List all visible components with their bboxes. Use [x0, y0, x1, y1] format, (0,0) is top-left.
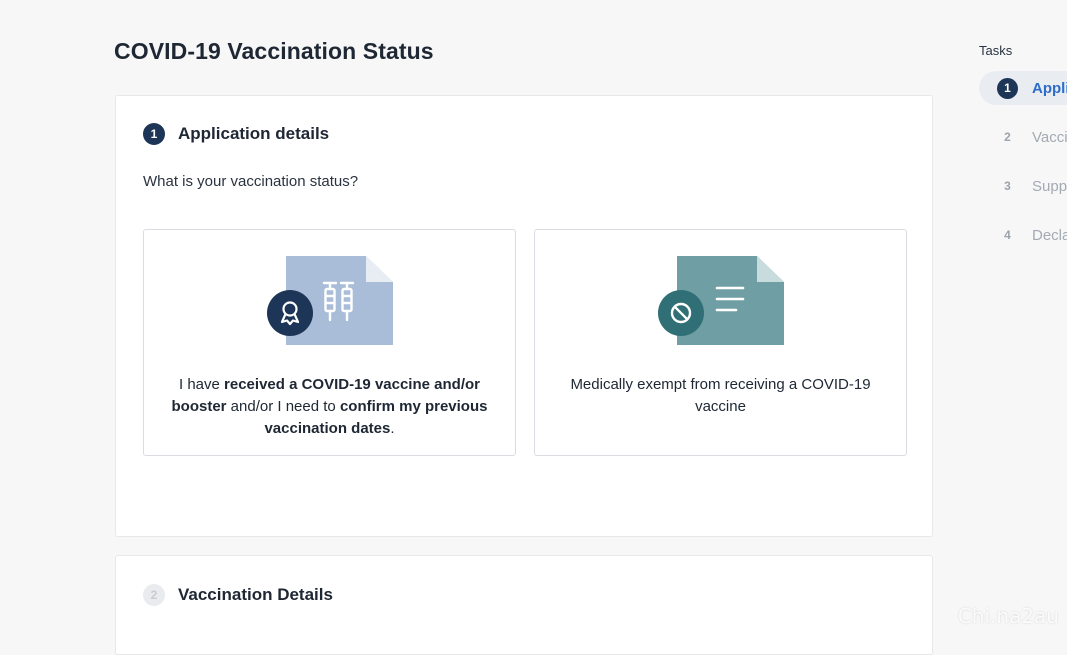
vaccinated-option-card[interactable]: I have received a COVID-19 vaccine and/o…	[143, 229, 516, 456]
task-number-badge: 1	[997, 77, 1018, 99]
vaccination-details-card: 2 Vaccination Details	[115, 555, 933, 655]
task-item-declaration[interactable]: 4 Decla	[979, 218, 1067, 252]
step-number-badge: 2	[143, 584, 165, 606]
step-number-badge: 1	[143, 123, 165, 145]
exemption-document-icon	[658, 256, 784, 345]
vaccine-certificate-icon	[267, 256, 393, 345]
task-number-badge: 3	[1004, 179, 1011, 193]
task-label: Decla	[1032, 226, 1067, 244]
task-label: Appli	[1032, 79, 1067, 97]
section-heading: Application details	[178, 124, 330, 143]
watermark: Chi.na2au	[957, 604, 1059, 628]
medically-exempt-option-card[interactable]: Medically exempt from receiving a COVID-…	[534, 229, 907, 456]
task-label: Vacci	[1032, 128, 1067, 146]
task-label: Suppo	[1032, 177, 1067, 195]
page-title: COVID-19 Vaccination Status	[114, 38, 434, 64]
tasks-title: Tasks	[979, 43, 1013, 58]
application-details-card: 1 Application details What is your vacci…	[115, 95, 933, 537]
task-item-application-details[interactable]: 1 Appli	[979, 71, 1067, 105]
medically-exempt-option-text: Medically exempt from receiving a COVID-…	[570, 376, 871, 415]
section-heading: Vaccination Details	[178, 585, 333, 604]
vaccinated-option-text: I have received a COVID-19 vaccine and/o…	[171, 376, 488, 437]
vaccination-status-question: What is your vaccination status?	[143, 173, 359, 190]
task-item-vaccination-details[interactable]: 2 Vacci	[979, 120, 1067, 154]
task-item-supporting-documents[interactable]: 3 Suppo	[979, 169, 1067, 203]
task-number-badge: 4	[1004, 228, 1011, 242]
task-number-badge: 2	[1004, 130, 1011, 144]
